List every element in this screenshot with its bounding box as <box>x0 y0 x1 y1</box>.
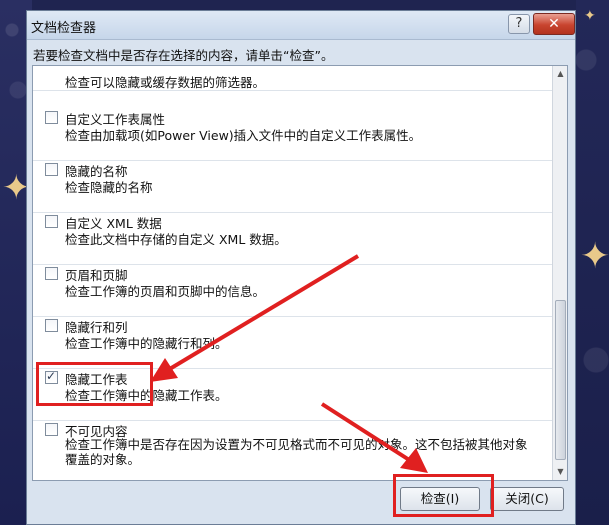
arrow-head-icon <box>150 358 178 382</box>
arrow-head-icon <box>400 448 428 473</box>
arrow-line <box>320 402 416 465</box>
arrow-line <box>166 254 360 372</box>
annotation-arrows <box>150 254 428 473</box>
